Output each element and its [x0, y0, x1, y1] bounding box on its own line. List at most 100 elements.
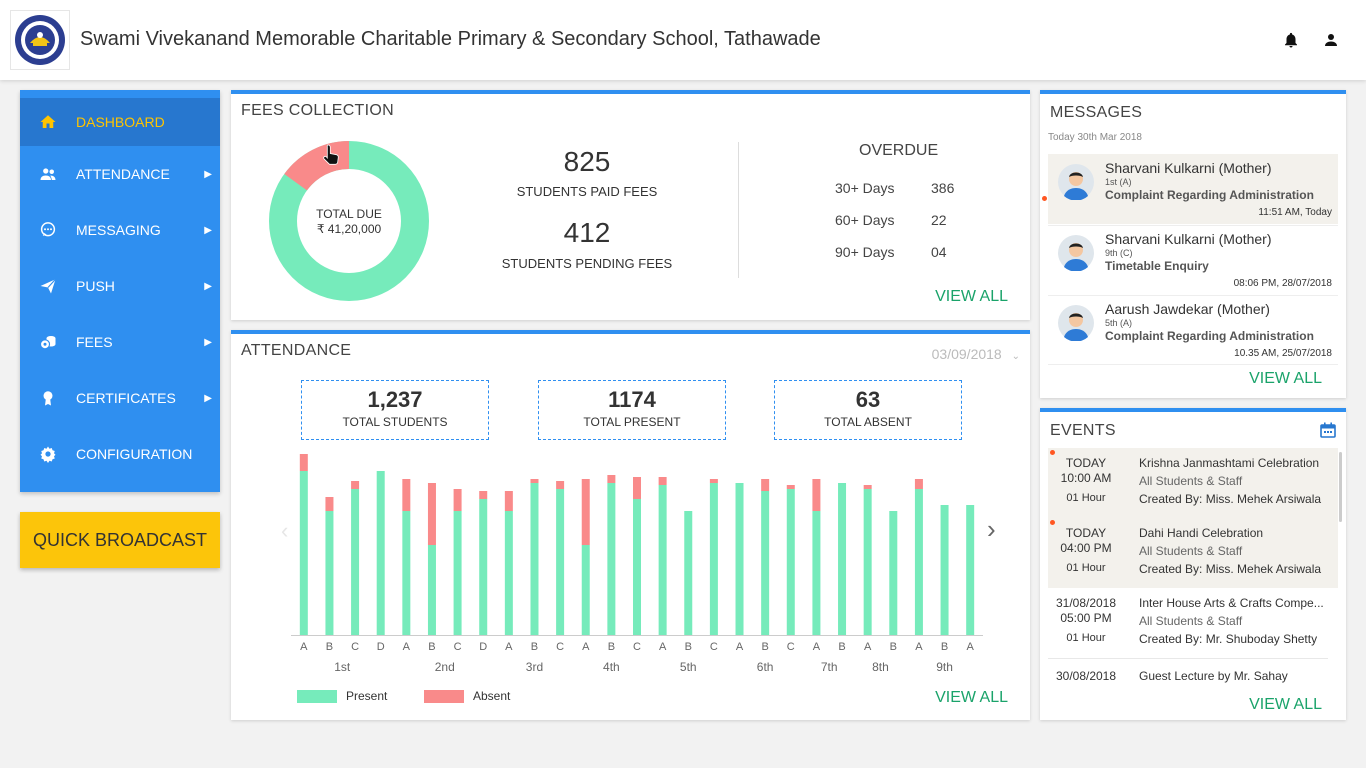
x-tick-label: B	[941, 641, 948, 653]
message-subject: Complaint Regarding Administration	[1105, 188, 1314, 202]
stat-total-absent: 63 TOTAL ABSENT	[774, 380, 962, 440]
bar-absent[interactable]	[709, 479, 718, 483]
bar-present[interactable]	[427, 545, 436, 635]
bar-absent[interactable]	[402, 479, 411, 511]
bar-absent[interactable]	[812, 479, 821, 511]
bar-present[interactable]	[658, 485, 667, 635]
bar-present[interactable]	[351, 489, 360, 635]
bar-present[interactable]	[863, 489, 872, 635]
bar-present[interactable]	[376, 471, 385, 635]
bar-present[interactable]	[889, 511, 898, 635]
school-logo[interactable]	[10, 10, 70, 70]
bar-absent[interactable]	[299, 454, 308, 471]
bar-present[interactable]	[530, 483, 539, 635]
events-view-all-link[interactable]: VIEW ALL	[1249, 696, 1322, 714]
bar-present[interactable]	[735, 483, 744, 635]
bar-present[interactable]	[812, 511, 821, 635]
bar-present[interactable]	[299, 471, 308, 635]
sidebar-item-label: FEES	[76, 334, 113, 350]
sidebar-item-configuration[interactable]: CONFIGURATION	[20, 426, 220, 482]
fees-donut-chart[interactable]	[267, 139, 431, 303]
bar-absent[interactable]	[607, 475, 616, 483]
bell-icon[interactable]	[1282, 31, 1300, 49]
bar-present[interactable]	[633, 499, 641, 635]
bar-present[interactable]	[453, 511, 462, 635]
user-icon[interactable]	[1322, 31, 1340, 49]
sidebar-item-dashboard[interactable]: DASHBOARD	[20, 98, 220, 146]
bar-absent[interactable]	[556, 481, 565, 489]
bar-present[interactable]	[684, 511, 693, 635]
bar-absent[interactable]	[633, 477, 641, 499]
bar-present[interactable]	[966, 505, 975, 635]
messages-view-all-link[interactable]: VIEW ALL	[1249, 370, 1322, 388]
attendance-view-all-link[interactable]: VIEW ALL	[935, 689, 1008, 707]
bar-absent[interactable]	[479, 491, 488, 499]
bar-present[interactable]	[940, 505, 949, 635]
bar-absent[interactable]	[351, 481, 360, 489]
bar-present[interactable]	[786, 489, 795, 635]
stat-value: 1,237	[367, 387, 423, 412]
attendance-date-picker[interactable]: 03/09/2018 ⌄	[932, 346, 1020, 362]
calendar-icon[interactable]	[1320, 422, 1336, 438]
x-group-label: 2nd	[435, 660, 455, 674]
chart-prev-arrow-icon[interactable]: ‹	[281, 518, 288, 544]
bar-present[interactable]	[914, 489, 923, 635]
x-tick-label: D	[479, 641, 487, 653]
bar-absent[interactable]	[427, 483, 436, 545]
event-item[interactable]: 31/08/2018 05:00 PM 01 Hour Inter House …	[1048, 588, 1338, 658]
message-subject: Complaint Regarding Administration	[1105, 329, 1314, 343]
message-item[interactable]: Aarush Jawdekar (Mother) 5th (A) Complai…	[1048, 295, 1338, 365]
message-item[interactable]: Sharvani Kulkarni (Mother) 9th (C) Timet…	[1048, 225, 1338, 295]
bar-present[interactable]	[504, 511, 513, 635]
bar-absent[interactable]	[504, 491, 513, 511]
send-icon	[40, 278, 56, 294]
message-time: 08:06 PM, 28/07/2018	[1233, 278, 1332, 289]
message-item[interactable]: Sharvani Kulkarni (Mother) 1st (A) Compl…	[1042, 154, 1338, 224]
bar-present[interactable]	[402, 511, 411, 635]
event-title: Dahi Handi Celebration	[1139, 526, 1264, 540]
sidebar-item-attendance[interactable]: ATTENDANCE ▶	[20, 146, 220, 202]
bar-present[interactable]	[479, 499, 488, 635]
event-item[interactable]: TODAY 04:00 PM 01 Hour Dahi Handi Celebr…	[1048, 518, 1338, 588]
bar-absent[interactable]	[786, 485, 795, 489]
x-tick-label: B	[890, 641, 897, 653]
pending-label: STUDENTS PENDING FEES	[501, 256, 673, 271]
x-group-label: 7th	[821, 660, 838, 674]
chevron-right-icon: ▶	[204, 336, 212, 348]
bar-absent[interactable]	[914, 479, 923, 489]
sidebar-item-push[interactable]: PUSH ▶	[20, 258, 220, 314]
sidebar-item-certificates[interactable]: CERTIFICATES ▶	[20, 370, 220, 426]
event-item[interactable]: TODAY 10:00 AM 01 Hour Krishna Janmashta…	[1048, 448, 1338, 518]
sidebar-item-messaging[interactable]: MESSAGING ▶	[20, 202, 220, 258]
x-tick-label: C	[351, 641, 359, 653]
x-tick-label: D	[377, 641, 385, 653]
events-scrollbar[interactable]	[1339, 452, 1342, 522]
bar-present[interactable]	[761, 491, 770, 635]
event-item[interactable]: 30/08/2018 Guest Lecture by Mr. Sahay	[1048, 658, 1338, 692]
messages-card: MESSAGES Today 30th Mar 2018 Sharvani Ku…	[1040, 90, 1346, 398]
legend-present-swatch	[297, 690, 337, 703]
bar-present[interactable]	[581, 545, 590, 635]
event-duration: 01 Hour	[1066, 492, 1106, 504]
stat-value: 63	[855, 387, 881, 412]
bar-present[interactable]	[838, 483, 847, 635]
bar-absent[interactable]	[863, 485, 872, 489]
bar-absent[interactable]	[581, 479, 590, 545]
attendance-title: ATTENDANCE	[241, 342, 352, 359]
bar-present[interactable]	[607, 483, 616, 635]
bar-absent[interactable]	[658, 477, 667, 485]
fees-collection-card: FEES COLLECTION TOTAL DUE ₹ 41,20,000 82…	[231, 90, 1030, 320]
bar-absent[interactable]	[530, 479, 539, 483]
bar-absent[interactable]	[325, 497, 334, 511]
bar-absent[interactable]	[453, 489, 462, 511]
bar-present[interactable]	[556, 489, 565, 635]
bar-present[interactable]	[709, 483, 718, 635]
event-title: Inter House Arts & Crafts Compe...	[1139, 596, 1324, 610]
chart-next-arrow-icon[interactable]: ›	[987, 514, 996, 545]
top-header: Swami Vivekanand Memorable Charitable Pr…	[0, 0, 1366, 80]
fees-view-all-link[interactable]: VIEW ALL	[935, 288, 1008, 306]
bar-absent[interactable]	[761, 479, 770, 491]
sidebar-item-fees[interactable]: FEES ▶	[20, 314, 220, 370]
quick-broadcast-button[interactable]: QUICK BROADCAST	[20, 512, 220, 568]
bar-present[interactable]	[325, 511, 334, 635]
